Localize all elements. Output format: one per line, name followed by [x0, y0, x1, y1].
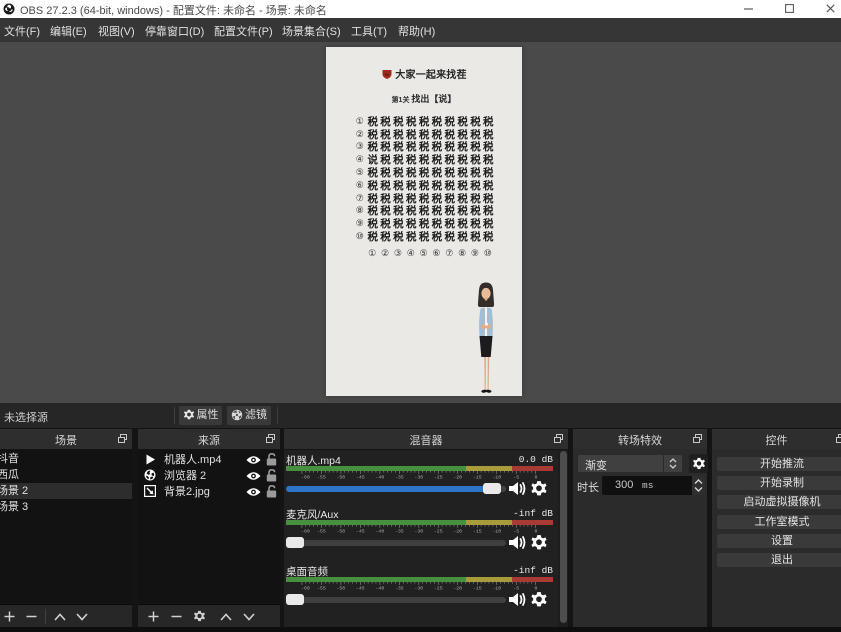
svg-text:-10: -10 [492, 529, 501, 533]
svg-text:-45: -45 [356, 586, 365, 590]
svg-text:-40: -40 [375, 475, 384, 479]
svg-text:0: 0 [535, 529, 538, 533]
svg-text:-5: -5 [513, 529, 519, 533]
svg-text:-15: -15 [473, 475, 482, 479]
svg-text:-50: -50 [336, 475, 345, 479]
svg-text:-55: -55 [317, 586, 326, 590]
svg-text:-45: -45 [356, 529, 365, 533]
svg-text:-25: -25 [434, 586, 443, 590]
svg-text:-60: -60 [301, 529, 310, 533]
svg-text:-50: -50 [336, 529, 345, 533]
svg-text:-30: -30 [414, 475, 423, 479]
svg-text:-5: -5 [513, 586, 519, 590]
svg-text:-10: -10 [492, 586, 501, 590]
svg-text:-35: -35 [395, 475, 404, 479]
svg-text:-20: -20 [453, 529, 462, 533]
svg-text:-35: -35 [395, 586, 404, 590]
svg-text:-25: -25 [434, 475, 443, 479]
svg-text:0: 0 [535, 475, 538, 479]
svg-text:-30: -30 [414, 529, 423, 533]
svg-text:-25: -25 [434, 529, 443, 533]
svg-text:-45: -45 [356, 475, 365, 479]
svg-text:0: 0 [535, 586, 538, 590]
svg-text:-40: -40 [375, 529, 384, 533]
svg-text:-5: -5 [513, 475, 519, 479]
svg-text:-40: -40 [375, 586, 384, 590]
svg-text:-20: -20 [453, 475, 462, 479]
svg-text:-60: -60 [301, 475, 310, 479]
svg-text:-60: -60 [301, 586, 310, 590]
svg-text:-55: -55 [317, 529, 326, 533]
svg-text:-20: -20 [453, 586, 462, 590]
svg-text:-10: -10 [492, 475, 501, 479]
svg-text:-15: -15 [473, 586, 482, 590]
svg-text:-55: -55 [317, 475, 326, 479]
svg-text:-50: -50 [336, 586, 345, 590]
svg-text:-30: -30 [414, 586, 423, 590]
svg-text:-35: -35 [395, 529, 404, 533]
svg-text:-15: -15 [473, 529, 482, 533]
